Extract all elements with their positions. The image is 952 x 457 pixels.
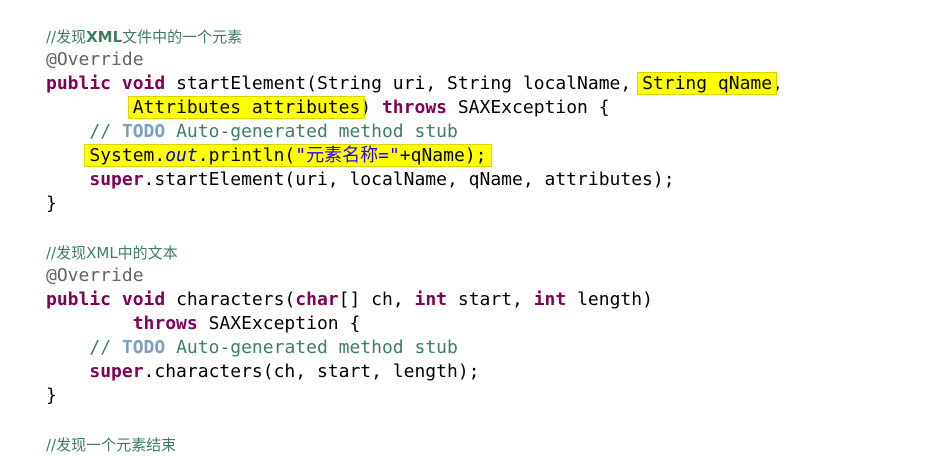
comment-prefix: //发现	[46, 28, 87, 46]
comment-end-element: //发现一个元素结束	[46, 436, 177, 454]
comment-slashes: //	[89, 337, 122, 358]
keyword-throws: throws	[132, 313, 198, 334]
keyword-char: char	[295, 289, 339, 310]
code-editor[interactable]: //发现XML文件中的一个元素 @Override public void st…	[0, 0, 952, 456]
comment-start-element: //发现XML文件中的一个元素	[46, 25, 242, 49]
comment-characters: //发现XML中的文本	[46, 244, 178, 262]
exception-text: SAXException {	[447, 97, 610, 118]
println-args: +qName);	[399, 145, 487, 166]
highlight-attributes: Attributes attributes	[127, 96, 366, 119]
highlight-qname: String qName	[637, 72, 778, 95]
super-characters: super.characters(ch, start, length);	[46, 360, 480, 384]
signature-text: length)	[566, 289, 653, 310]
signature-text: [] ch,	[338, 289, 415, 310]
comment-suffix: 文件中的一个元素	[122, 28, 243, 46]
paren-close: )	[360, 97, 382, 118]
override-annotation: @Override	[46, 265, 144, 286]
signature-text: startElement(String uri, String localNam…	[165, 73, 643, 94]
super-call-text: .startElement(uri, localName, qName, att…	[143, 169, 675, 190]
todo-tag: TODO	[121, 121, 166, 142]
start-element-signature: public void startElement(String uri, Str…	[46, 72, 783, 96]
keyword-super: super	[89, 361, 144, 382]
keyword-public: public	[46, 289, 112, 310]
characters-signature: public void characters(char[] ch, int st…	[46, 288, 653, 312]
super-start-element: super.startElement(uri, localName, qName…	[46, 168, 675, 192]
closing-brace: }	[46, 193, 57, 214]
start-element-signature-cont: Attributes attributes) throws SAXExcepti…	[46, 96, 610, 120]
out-field: out	[165, 145, 198, 166]
keyword-int: int	[533, 289, 567, 310]
keyword-public: public	[46, 73, 112, 94]
system-class: System.	[89, 145, 166, 166]
keyword-super: super	[89, 169, 144, 190]
todo-comment: // TODO Auto-generated method stub	[46, 120, 458, 144]
keyword-void: void	[121, 73, 166, 94]
super-call-text: .characters(ch, start, length);	[143, 361, 480, 382]
signature-text: start,	[447, 289, 534, 310]
closing-brace: }	[46, 385, 57, 406]
highlight-println: System.out.println("元素名称="+qName);	[84, 144, 492, 167]
exception-text: SAXException {	[197, 313, 361, 334]
signature-comma: ,	[772, 73, 783, 94]
todo-comment: // TODO Auto-generated method stub	[46, 336, 458, 360]
override-annotation: @Override	[46, 49, 144, 70]
comment-xml: XML	[86, 28, 123, 46]
string-literal: "元素名称="	[295, 145, 400, 166]
todo-text: Auto-generated method stub	[165, 121, 458, 142]
println-statement: System.out.println("元素名称="+qName);	[46, 144, 492, 168]
characters-signature-cont: throws SAXException {	[46, 312, 361, 336]
keyword-throws: throws	[381, 97, 447, 118]
keyword-void: void	[121, 289, 166, 310]
comment-slashes: //	[89, 121, 122, 142]
println-call: .println(	[197, 145, 296, 166]
keyword-int: int	[414, 289, 448, 310]
todo-text: Auto-generated method stub	[165, 337, 458, 358]
todo-tag: TODO	[121, 337, 166, 358]
signature-text: characters(	[165, 289, 296, 310]
